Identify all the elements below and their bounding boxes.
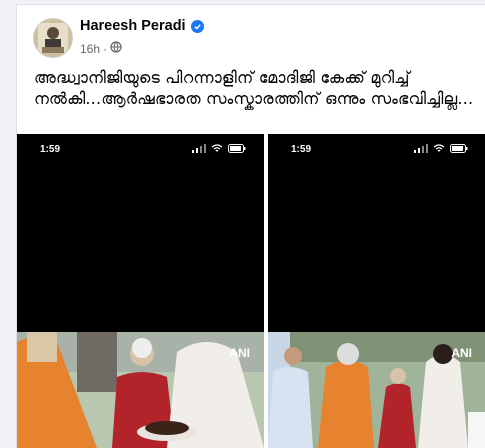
phone-status-icons	[192, 144, 246, 153]
verified-badge-icon	[190, 19, 204, 33]
author-name[interactable]: Hareesh Peradi	[80, 18, 186, 34]
post-card: Hareesh Peradi 16h · അദ്ധ്വാനിജിയുടെ പിറ…	[16, 4, 485, 448]
battery-icon	[450, 144, 468, 153]
video-frame-left[interactable]: 1:59 ANI	[17, 134, 264, 448]
video-scene-left	[17, 332, 264, 448]
meta-separator: ·	[103, 41, 108, 56]
post-timestamp[interactable]: 16h	[80, 42, 100, 56]
globe-icon	[110, 41, 122, 56]
ani-watermark: ANI	[229, 346, 250, 360]
ani-watermark: ANI	[451, 346, 472, 360]
wifi-icon	[433, 144, 445, 152]
author-avatar[interactable]	[33, 18, 73, 58]
signal-icon	[414, 144, 428, 153]
author-name-row: Hareesh Peradi	[80, 18, 204, 34]
post-meta: 16h ·	[80, 41, 122, 56]
battery-icon	[228, 144, 246, 153]
video-frame-right[interactable]: 1:59 ANI	[268, 134, 485, 448]
post-media[interactable]: 1:59 ANI 1:59 ANI	[17, 134, 485, 448]
phone-clock: 1:59	[291, 144, 312, 155]
phone-status-icons	[414, 144, 468, 153]
post-text: അദ്ധ്വാനിജിയുടെ പിറന്നാളിന് മോദിജി കേക്ക…	[34, 68, 474, 108]
wifi-icon	[211, 144, 223, 152]
phone-clock: 1:59	[40, 144, 61, 155]
signal-icon	[192, 144, 206, 153]
